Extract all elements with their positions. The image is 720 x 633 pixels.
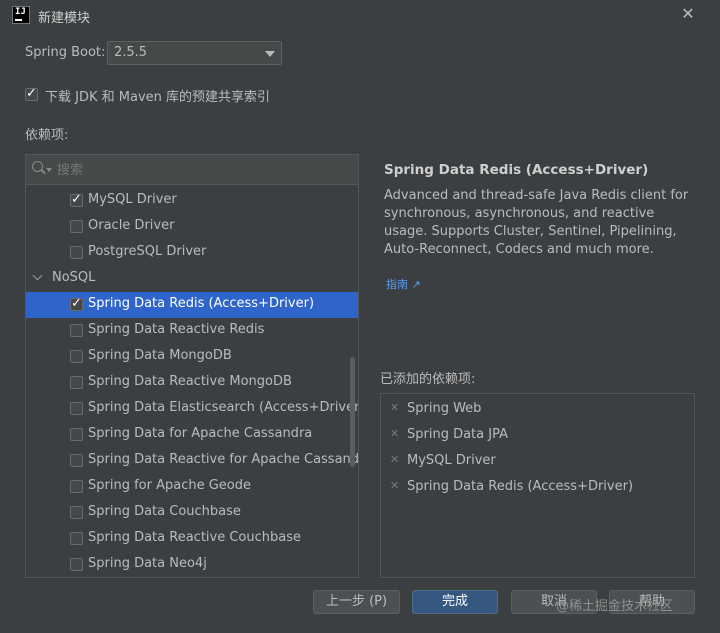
detail-description: Advanced and thread-safe Java Redis clie…: [384, 188, 689, 257]
dependency-checkbox[interactable]: [70, 350, 83, 363]
detail-title: Spring Data Redis (Access+Driver): [384, 162, 649, 178]
dependency-label: Oracle Driver: [88, 218, 175, 233]
added-dependency-label: MySQL Driver: [407, 453, 496, 468]
search-input[interactable]: [55, 159, 349, 181]
remove-icon[interactable]: ✕: [390, 479, 399, 492]
dependency-label: Spring Data Couchbase: [88, 504, 241, 519]
spring-boot-version-value: 2.5.5: [114, 45, 148, 60]
dependency-label: Spring Data Reactive Redis: [88, 322, 265, 337]
dependency-row[interactable]: PostgreSQL Driver: [26, 240, 358, 266]
dependency-checkbox[interactable]: [70, 506, 83, 519]
dependency-label: Spring for Apache Geode: [88, 478, 251, 493]
search-options-icon[interactable]: [46, 168, 52, 172]
added-dependency-label: Spring Data JPA: [407, 427, 508, 442]
search-bar: [26, 155, 358, 185]
spring-boot-label: Spring Boot:: [25, 45, 106, 60]
added-dependency-label: Spring Web: [407, 401, 482, 416]
added-dependencies-label: 已添加的依赖项:: [380, 372, 476, 387]
dependency-label: Spring Data Reactive for Apache Cassandr: [88, 452, 359, 467]
dependency-checkbox[interactable]: [70, 376, 83, 389]
intellij-app-icon: IJ: [12, 6, 30, 24]
dependency-label: Spring Data Reactive MongoDB: [88, 374, 292, 389]
remove-icon[interactable]: ✕: [390, 427, 399, 440]
dependency-label: PostgreSQL Driver: [88, 244, 207, 259]
dependency-row[interactable]: Spring for Apache Geode: [26, 474, 358, 500]
dependency-checkbox[interactable]: [70, 480, 83, 493]
remove-icon[interactable]: ✕: [390, 401, 399, 414]
dependency-label: MySQL Driver: [88, 192, 177, 207]
dependency-row[interactable]: Spring Data Reactive MongoDB: [26, 370, 358, 396]
dependency-label: Spring Data Redis (Access+Driver): [88, 296, 315, 311]
dependency-checkbox[interactable]: [70, 454, 83, 467]
search-icon[interactable]: [32, 161, 43, 172]
title-bar: [0, 0, 720, 30]
dependency-row[interactable]: Spring Data MongoDB: [26, 344, 358, 370]
remove-icon[interactable]: ✕: [390, 453, 399, 466]
added-dependency-item: ✕ MySQL Driver: [381, 448, 694, 474]
dependency-label: Spring Data Elasticsearch (Access+Driver…: [88, 400, 359, 415]
dependency-label: Spring Data Reactive Couchbase: [88, 530, 301, 545]
dependency-row[interactable]: Spring Data Reactive Couchbase: [26, 526, 358, 552]
group-header-nosql[interactable]: NoSQL: [26, 266, 358, 292]
chevron-down-icon: [265, 51, 275, 57]
dependency-label: Spring Data Neo4j: [88, 556, 207, 571]
dependency-row[interactable]: Spring Data for Apache Cassandra: [26, 422, 358, 448]
close-icon[interactable]: ✕: [680, 4, 696, 24]
added-dependency-item: ✕ Spring Data JPA: [381, 422, 694, 448]
dependency-checkbox[interactable]: [70, 296, 83, 311]
dependency-label: NoSQL: [52, 270, 96, 285]
download-indexes-label: 下载 JDK 和 Maven 库的预建共享索引: [45, 90, 271, 105]
chevron-down-icon[interactable]: [32, 270, 43, 281]
dependency-row[interactable]: Spring Data Reactive Redis: [26, 318, 358, 344]
dependency-checkbox[interactable]: [70, 324, 83, 337]
dependency-checkbox[interactable]: [70, 246, 83, 259]
dependencies-label: 依赖项:: [25, 128, 69, 143]
dependency-row[interactable]: Spring Data Redis (Access+Driver): [26, 292, 358, 318]
guide-link[interactable]: 指南 ↗: [386, 276, 421, 292]
dependency-checkbox[interactable]: [70, 192, 83, 207]
list-scrollbar[interactable]: [350, 357, 355, 467]
dependency-label: Spring Data for Apache Cassandra: [88, 426, 313, 441]
previous-button[interactable]: 上一步 (P): [313, 590, 400, 614]
dependency-row[interactable]: Spring Data Neo4j: [26, 552, 358, 577]
watermark: @稀土掘金技术社区: [556, 599, 674, 614]
download-indexes-checkbox[interactable]: [25, 86, 38, 101]
dependency-list: MySQL Driver Oracle Driver PostgreSQL Driv…: [25, 154, 359, 578]
dependency-row[interactable]: Spring Data Reactive for Apache Cassandr: [26, 448, 358, 474]
window-title: 新建模块: [38, 11, 91, 26]
app-icon-text: IJ: [15, 7, 26, 17]
dependency-row[interactable]: Spring Data Elasticsearch (Access+Driver…: [26, 396, 358, 422]
spring-boot-version-select[interactable]: 2.5.5: [107, 41, 282, 65]
dependency-row[interactable]: Spring Data Couchbase: [26, 500, 358, 526]
dependency-checkbox[interactable]: [70, 532, 83, 545]
dependency-checkbox[interactable]: [70, 558, 83, 571]
dependency-checkbox[interactable]: [70, 428, 83, 441]
dependency-checkbox[interactable]: [70, 220, 83, 233]
added-dependency-item: ✕ Spring Data Redis (Access+Driver): [381, 474, 694, 500]
added-dependency-label: Spring Data Redis (Access+Driver): [407, 479, 634, 494]
added-dependencies-list: ✕ Spring Web ✕ Spring Data JPA ✕ MySQL Driver…: [380, 393, 695, 578]
dependency-checkbox[interactable]: [70, 402, 83, 415]
dependency-row[interactable]: Oracle Driver: [26, 214, 358, 240]
added-dependency-item: ✕ Spring Web: [381, 396, 694, 422]
finish-button[interactable]: 完成: [412, 590, 498, 614]
dependency-row[interactable]: MySQL Driver: [26, 188, 358, 214]
dependency-label: Spring Data MongoDB: [88, 348, 232, 363]
